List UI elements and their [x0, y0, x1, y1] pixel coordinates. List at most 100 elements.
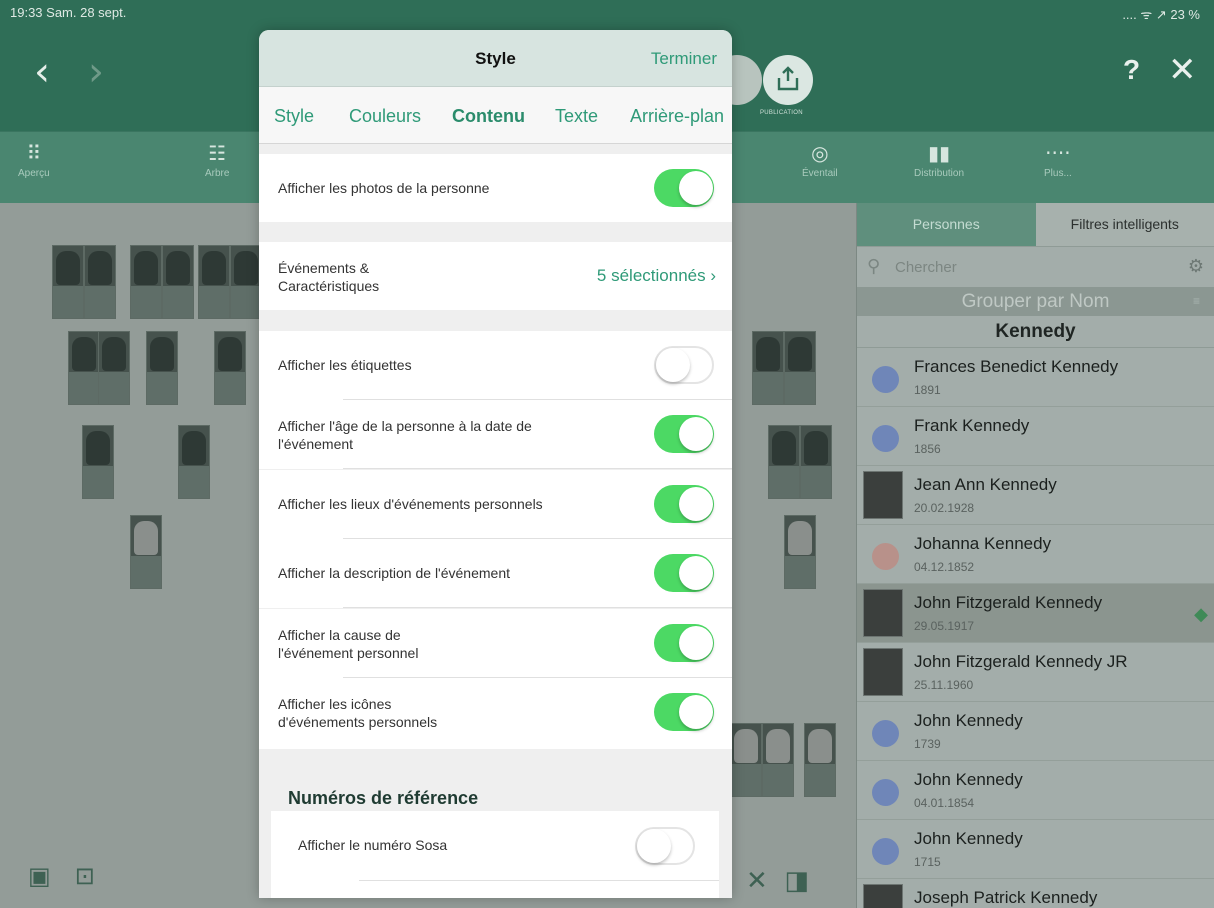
back-button[interactable]: ‹	[34, 52, 50, 92]
person-card[interactable]	[52, 245, 84, 319]
person-card[interactable]	[784, 515, 816, 589]
sosa-row[interactable]: Afficher le numéro Sosa	[271, 811, 719, 898]
person-card[interactable]	[214, 331, 246, 405]
person-date: 04.01.1854	[914, 796, 975, 810]
option-toggle[interactable]	[654, 485, 714, 523]
option-toggle[interactable]	[654, 624, 714, 662]
photos-label: Afficher les photos de la personne	[278, 180, 490, 196]
option-row[interactable]: Afficher la description de l'événement	[259, 539, 732, 608]
person-list-item[interactable]: Joseph Patrick Kennedy	[857, 879, 1214, 908]
option-toggle[interactable]	[654, 346, 714, 384]
person-card[interactable]	[82, 425, 114, 499]
person-card[interactable]	[162, 245, 194, 319]
person-date: 1739	[914, 737, 941, 751]
person-list-item[interactable]: John Fitzgerald Kennedy 29.05.1917 ◆	[857, 584, 1214, 643]
option-row[interactable]: Afficher les étiquettes	[259, 331, 732, 400]
person-date: 25.11.1960	[914, 678, 974, 692]
events-row[interactable]: Événements & Caractéristiques 5 sélectio…	[259, 242, 732, 310]
person-card[interactable]	[762, 723, 794, 797]
gear-icon[interactable]: ⚙	[1188, 256, 1204, 277]
persons-panel: Personnes Filtres intelligents ⚲ Cherche…	[856, 203, 1214, 908]
tab-arriere-plan[interactable]: Arrière-plan	[630, 106, 724, 127]
person-card[interactable]	[98, 331, 130, 405]
center-person-icon[interactable]: ⊡	[75, 862, 95, 890]
tools-icon[interactable]: ✕	[746, 866, 768, 896]
done-button[interactable]: Terminer	[651, 49, 717, 69]
avatar	[872, 366, 899, 393]
tool-distribution[interactable]: ▮▮ Distribution	[914, 142, 964, 179]
option-row[interactable]: Afficher les lieux d'événements personne…	[259, 470, 732, 539]
person-card[interactable]	[198, 245, 230, 319]
panel-tabs: Personnes Filtres intelligents	[857, 203, 1214, 246]
person-card[interactable]	[130, 515, 162, 589]
person-list-item[interactable]: John Fitzgerald Kennedy JR 25.11.1960	[857, 643, 1214, 702]
person-card[interactable]	[752, 331, 784, 405]
publish-button[interactable]	[763, 55, 813, 105]
person-date: 04.12.1852	[914, 560, 975, 574]
person-date: 29.05.1917	[914, 619, 975, 633]
tool-label: Éventail	[802, 168, 838, 179]
person-name: John Fitzgerald Kennedy JR	[914, 652, 1128, 671]
tab-texte[interactable]: Texte	[555, 106, 598, 127]
person-date: 1891	[914, 383, 941, 397]
tool-apercu[interactable]: ⠿ Aperçu	[18, 142, 50, 179]
events-value[interactable]: 5 sélectionnés ›	[597, 266, 716, 286]
photos-toggle[interactable]	[654, 169, 714, 207]
forward-button[interactable]: ›	[88, 52, 104, 92]
avatar	[872, 838, 899, 865]
tool-label: Aperçu	[18, 168, 50, 179]
tab-persons[interactable]: Personnes	[857, 203, 1036, 246]
person-card[interactable]	[768, 425, 800, 499]
person-card[interactable]	[178, 425, 210, 499]
tab-smart-filters[interactable]: Filtres intelligents	[1035, 203, 1214, 246]
person-list-item[interactable]: Frances Benedict Kennedy 1891	[857, 348, 1214, 407]
search-bar[interactable]: ⚲ Chercher ⚙	[857, 246, 1214, 287]
close-button[interactable]: ✕	[1168, 50, 1197, 90]
bottom-right-tools: ✕ ◨	[746, 866, 809, 896]
fit-view-icon[interactable]: ▣	[28, 862, 51, 890]
group-by-header[interactable]: Grouper par Nom ≡	[857, 287, 1214, 316]
person-list-item[interactable]: John Kennedy 1739	[857, 702, 1214, 761]
person-card[interactable]	[730, 723, 762, 797]
option-label: Afficher les étiquettes	[278, 357, 412, 373]
tool-plus[interactable]: ···· Plus...	[1044, 142, 1072, 179]
avatar	[863, 648, 903, 696]
sidebar-toggle-icon[interactable]: ◨	[784, 866, 809, 896]
person-card[interactable]	[800, 425, 832, 499]
person-card[interactable]	[68, 331, 100, 405]
person-card[interactable]	[804, 723, 836, 797]
tab-style[interactable]: Style	[274, 106, 314, 127]
tool-label: Arbre	[205, 168, 230, 179]
option-toggle[interactable]	[654, 415, 714, 453]
sosa-toggle[interactable]	[635, 827, 695, 865]
person-list-item[interactable]: Frank Kennedy 1856	[857, 407, 1214, 466]
modal-header: Style Terminer	[259, 30, 732, 87]
person-list-item[interactable]: Jean Ann Kennedy 20.02.1928	[857, 466, 1214, 525]
fan-icon: ◎	[811, 141, 829, 165]
sort-icon[interactable]: ≡	[1193, 287, 1200, 316]
option-toggle[interactable]	[654, 693, 714, 731]
option-row[interactable]: Afficher la cause de l'événement personn…	[259, 609, 732, 678]
person-list-item[interactable]: John Kennedy 04.01.1854	[857, 761, 1214, 820]
tool-arbre[interactable]: ☷ Arbre	[205, 142, 229, 179]
tool-eventail[interactable]: ◎ Éventail	[802, 142, 838, 179]
avatar	[863, 589, 903, 637]
option-row[interactable]: Afficher les icônes d'événements personn…	[259, 678, 732, 749]
search-input[interactable]: Chercher	[895, 259, 957, 276]
person-list-item[interactable]: Johanna Kennedy 04.12.1852	[857, 525, 1214, 584]
person-card[interactable]	[84, 245, 116, 319]
tab-couleurs[interactable]: Couleurs	[349, 106, 421, 127]
person-list-item[interactable]: John Kennedy 1715	[857, 820, 1214, 879]
option-toggle[interactable]	[654, 554, 714, 592]
help-button[interactable]: ?	[1123, 54, 1140, 86]
photos-row[interactable]: Afficher les photos de la personne	[259, 154, 732, 222]
person-card[interactable]	[130, 245, 162, 319]
person-name: John Fitzgerald Kennedy	[914, 593, 1103, 612]
person-card[interactable]	[146, 331, 178, 405]
person-card[interactable]	[230, 245, 262, 319]
avatar	[872, 779, 899, 806]
modal-tabs: Style Couleurs Contenu Texte Arrière-pla…	[259, 87, 732, 144]
tab-contenu[interactable]: Contenu	[452, 106, 525, 127]
option-row[interactable]: Afficher l'âge de la personne à la date …	[259, 400, 732, 469]
person-card[interactable]	[784, 331, 816, 405]
